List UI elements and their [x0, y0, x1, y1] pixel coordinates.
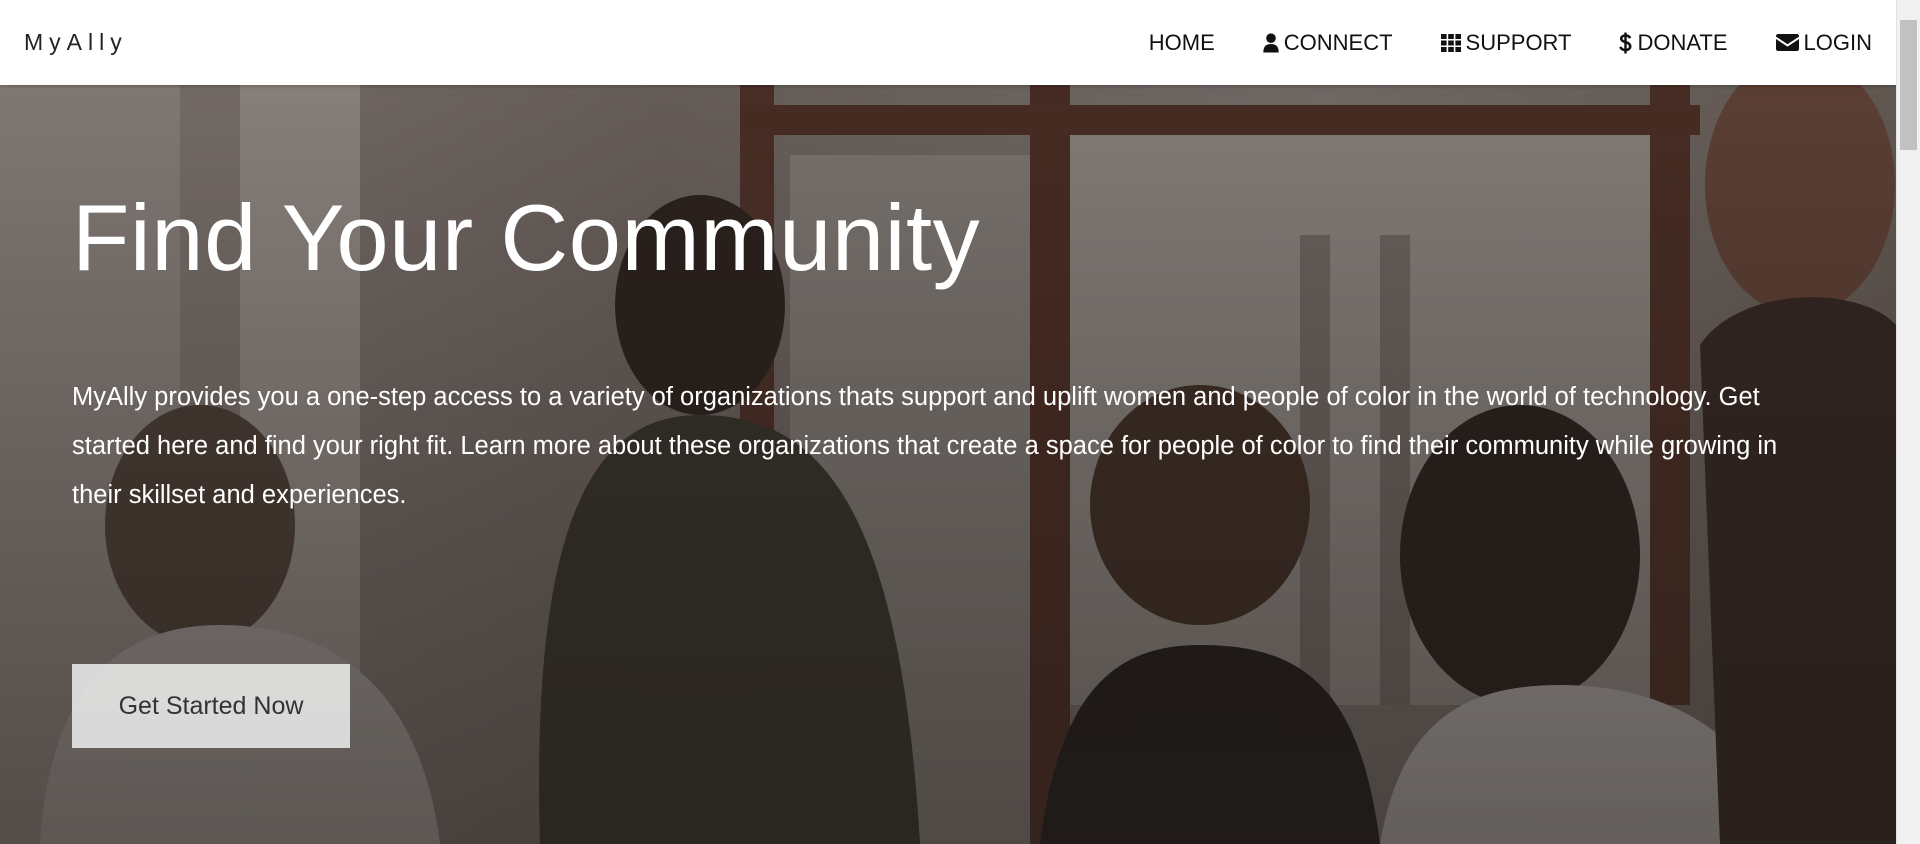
envelope-icon	[1775, 34, 1799, 51]
get-started-button[interactable]: Get Started Now	[72, 664, 350, 748]
page: MyAlly HOME CONNECT SUPPORT DONATE LOGIN…	[0, 0, 1920, 844]
scrollbar-thumb[interactable]	[1900, 20, 1917, 150]
nav-item-label: SUPPORT	[1465, 29, 1572, 55]
nav-item-label: LOGIN	[1803, 29, 1872, 55]
nav-item-label: DONATE	[1637, 29, 1728, 55]
nav-item-login[interactable]: LOGIN	[1752, 0, 1872, 85]
nav-item-donate[interactable]: DONATE	[1595, 0, 1751, 85]
page-scrollbar[interactable]	[1896, 0, 1920, 844]
navbar: MyAlly HOME CONNECT SUPPORT DONATE LOGIN	[0, 0, 1896, 85]
brand-logo[interactable]: MyAlly	[24, 29, 128, 56]
hero-section: Find Your Community MyAlly provides you …	[0, 85, 1896, 844]
nav-item-support[interactable]: SUPPORT	[1417, 0, 1596, 85]
nav-item-connect[interactable]: CONNECT	[1239, 0, 1417, 85]
user-icon	[1263, 32, 1279, 53]
grid-icon	[1440, 33, 1461, 52]
nav-item-label: HOME	[1148, 29, 1215, 55]
hero-title: Find Your Community	[72, 185, 981, 290]
hero-description: MyAlly provides you a one-step access to…	[72, 383, 1778, 509]
dollar-icon	[1619, 32, 1632, 54]
nav-item-label: CONNECT	[1283, 29, 1393, 55]
nav-links: HOME CONNECT SUPPORT DONATE LOGIN	[1125, 0, 1872, 85]
nav-item-home[interactable]: HOME	[1125, 0, 1239, 85]
